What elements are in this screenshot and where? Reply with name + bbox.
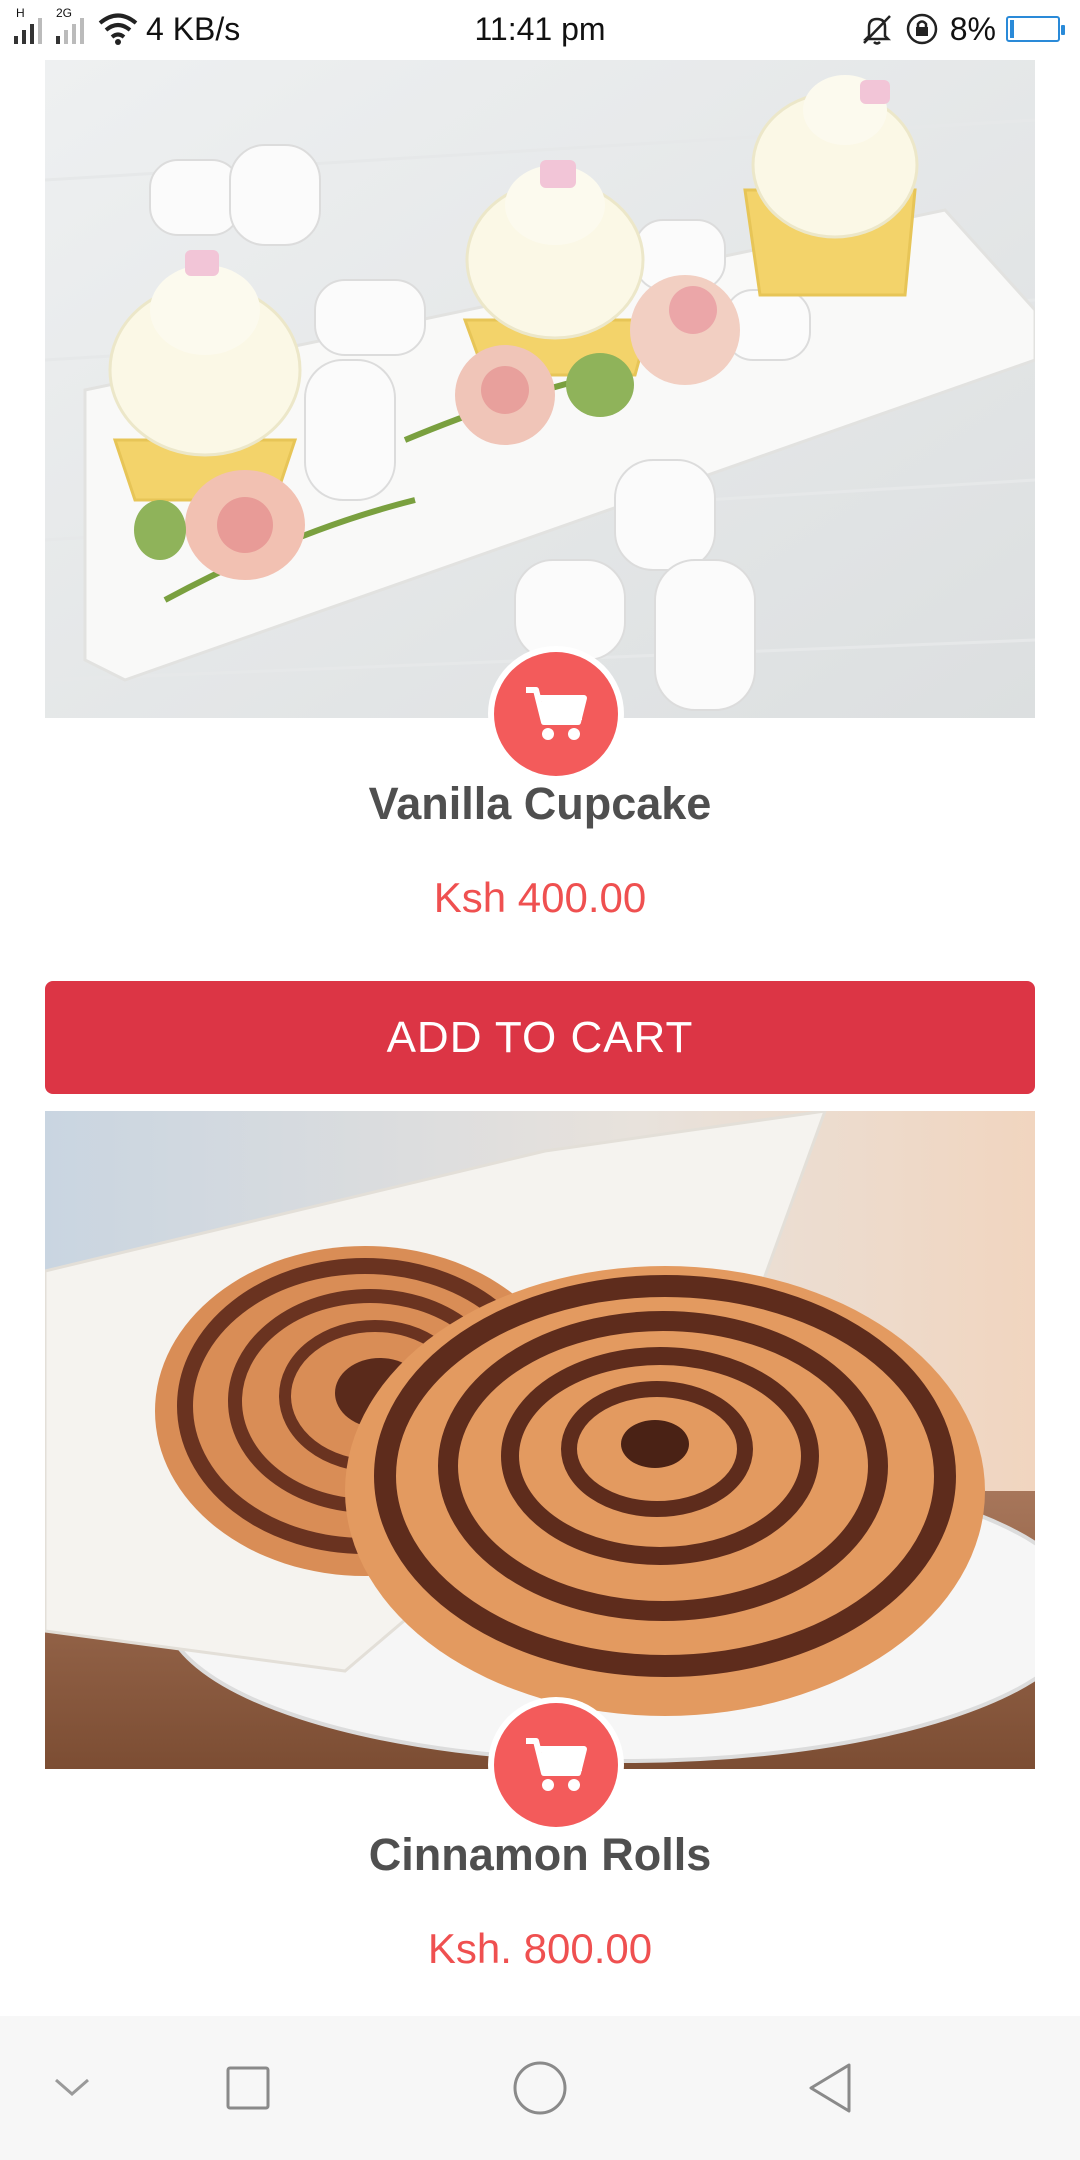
cart-badge-inner — [494, 1703, 618, 1827]
product-price: Ksh 400.00 — [433, 874, 647, 921]
cart-badge-inner — [494, 652, 618, 776]
nav-home-button[interactable] — [480, 2016, 600, 2160]
nav-back-button[interactable] — [770, 2016, 890, 2160]
product-name: Cinnamon Rolls — [368, 1829, 712, 1880]
mute-bell-icon — [862, 15, 891, 45]
battery-level — [1010, 20, 1014, 38]
cart-badge-button[interactable] — [488, 646, 624, 782]
recent-apps-icon — [226, 2066, 270, 2110]
product-image-cinnamon-rolls[interactable] — [45, 1111, 1035, 1769]
status-right: 8% — [860, 8, 1065, 50]
battery-percent: 8% — [949, 10, 996, 47]
battery-icon — [1006, 16, 1065, 42]
back-icon — [809, 2063, 851, 2113]
rotation-lock-icon — [906, 13, 937, 45]
shopping-cart-icon — [526, 1738, 587, 1791]
cart-badge-button[interactable] — [488, 1697, 624, 1833]
shopping-cart-icon — [526, 687, 587, 740]
nav-hide-button[interactable] — [12, 2016, 132, 2160]
nav-recents-button[interactable] — [188, 2016, 308, 2160]
home-icon — [513, 2061, 567, 2115]
product-name: Vanilla Cupcake — [368, 778, 712, 829]
status-bar: H 2G 4 KB/s 11:41 pm 8% — [0, 0, 1080, 58]
product-price: Ksh. 800.00 — [427, 1925, 653, 1972]
add-to-cart-button[interactable]: ADD TO CART — [45, 981, 1035, 1094]
system-navigation-bar — [0, 2016, 1080, 2160]
cinnamon-roll-photo-icon — [45, 1111, 1035, 1769]
product-image-cupcake[interactable] — [45, 60, 1035, 718]
cupcake-photo-icon — [45, 60, 1035, 718]
chevron-down-icon — [55, 2078, 89, 2096]
